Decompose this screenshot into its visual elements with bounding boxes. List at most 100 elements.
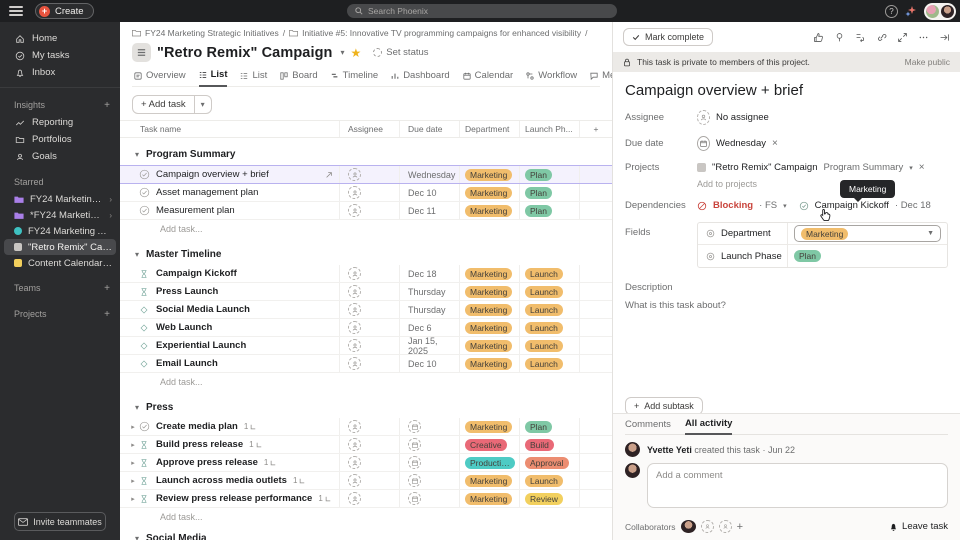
phase-tag[interactable]: Plan — [794, 250, 821, 262]
milestone-icon[interactable] — [138, 476, 150, 486]
phase-tag[interactable]: Plan — [525, 421, 552, 433]
phase-tag[interactable]: Plan — [525, 205, 552, 217]
department-tag[interactable]: Marketing — [801, 228, 848, 240]
milestone-icon[interactable] — [138, 458, 150, 468]
account-switcher[interactable] — [924, 3, 956, 20]
col-launch-phase[interactable]: Launch Ph... — [520, 121, 580, 137]
department-tag[interactable]: Marketing — [465, 187, 512, 199]
starred-item[interactable]: *FY24 Marketing An... › — [4, 207, 116, 223]
phase-tag[interactable]: Plan — [525, 187, 552, 199]
comment-input[interactable]: Add a comment — [647, 463, 948, 508]
due-date[interactable]: Thursday — [408, 305, 446, 315]
department-tag[interactable]: Creative — [465, 439, 507, 451]
tab-calendar[interactable]: Calendar — [463, 70, 514, 86]
table-row[interactable]: ▸ Create media plan 1 Marketing Plan — [120, 418, 612, 436]
sidebar-item-portfolios[interactable]: Portfolios — [0, 131, 120, 148]
assignee-avatar-empty[interactable] — [348, 204, 361, 217]
project-field[interactable]: "Retro Remix" Campaign Program Summary ▾… — [697, 162, 948, 173]
breadcrumb-link[interactable]: FY24 Marketing Strategic Initiatives — [145, 28, 279, 38]
starred-item[interactable]: FY24 Marketing Annual ... — [4, 223, 116, 239]
expand-caret-icon[interactable]: ▸ — [128, 459, 138, 467]
description-input[interactable]: What is this task about? — [625, 300, 948, 311]
chevron-down-icon[interactable]: ▾ — [909, 164, 913, 172]
tab-overview[interactable]: Overview — [134, 70, 186, 86]
tab-dashboard[interactable]: Dashboard — [391, 70, 449, 86]
due-date-empty-icon[interactable] — [408, 456, 421, 469]
assignee-avatar-empty[interactable] — [348, 456, 361, 469]
phase-tag[interactable]: Launch — [525, 340, 563, 352]
department-tag[interactable]: Marketing — [465, 205, 512, 217]
tab-board[interactable]: Board — [280, 70, 317, 86]
assignee-avatar-empty[interactable] — [348, 339, 361, 352]
add-to-projects-button[interactable]: Add to projects — [697, 179, 948, 189]
add-subtask-button[interactable]: + Add subtask — [625, 397, 703, 413]
due-date[interactable]: Thursday — [408, 287, 446, 297]
col-task-name[interactable]: Task name — [120, 121, 340, 137]
check-circle-icon[interactable] — [138, 187, 150, 198]
attachment-icon[interactable] — [834, 32, 845, 43]
add-project-icon[interactable]: + — [104, 309, 110, 320]
assignee-avatar-empty[interactable] — [348, 267, 361, 280]
phase-tag[interactable]: Launch — [525, 286, 563, 298]
sparkle-ai-icon[interactable] — [905, 5, 917, 17]
section-header-partial[interactable]: ▾ Social Media — [120, 531, 612, 540]
search-input[interactable]: Search Phoenix — [347, 4, 617, 18]
sidebar-item-reporting[interactable]: Reporting — [0, 114, 120, 131]
table-row[interactable]: ▸ Review press release performance 1 Mar… — [120, 490, 612, 508]
clear-due-date-icon[interactable]: × — [772, 138, 778, 149]
collaborator-avatar[interactable] — [681, 520, 696, 533]
assignee-avatar-empty[interactable] — [348, 168, 361, 181]
collaborator-avatar-empty[interactable] — [719, 520, 732, 533]
expand-caret-icon[interactable]: ▸ — [128, 441, 138, 449]
sidebar-item-home[interactable]: Home — [0, 30, 120, 47]
milestone-diamond-icon[interactable] — [138, 359, 150, 369]
assignee-avatar-empty[interactable] — [348, 357, 361, 370]
assignee-avatar-empty[interactable] — [348, 186, 361, 199]
starred-item[interactable]: Content Calendar AoT — [4, 255, 116, 271]
table-row[interactable]: Web Launch Dec 6 Marketing Launch — [120, 319, 612, 337]
table-row[interactable]: Social Media Launch Thursday Marketing L… — [120, 301, 612, 319]
table-row[interactable]: ▸ Approve press release 1 Production App… — [120, 454, 612, 472]
tab-comments[interactable]: Comments — [625, 419, 671, 434]
table-row[interactable]: Experiential Launch Jan 15, 2025 Marketi… — [120, 337, 612, 355]
due-date[interactable]: Dec 10 — [408, 359, 437, 369]
milestone-icon[interactable] — [138, 494, 150, 504]
phase-tag[interactable]: Approval — [525, 457, 569, 469]
tab-list[interactable]: List — [199, 69, 228, 87]
add-task-inline[interactable]: Add task... — [120, 373, 612, 391]
table-row[interactable]: ▸ Build press release 1 Creative Build — [120, 436, 612, 454]
due-date-empty-icon[interactable] — [408, 438, 421, 451]
link-icon[interactable] — [876, 32, 887, 43]
check-circle-icon[interactable] — [138, 205, 150, 216]
department-tag[interactable]: Marketing — [465, 340, 512, 352]
due-date[interactable]: Dec 18 — [408, 269, 437, 279]
tab-list-2[interactable]: List — [240, 70, 267, 86]
add-task-dropdown-icon[interactable]: ▾ — [195, 96, 211, 113]
milestone-diamond-icon[interactable] — [138, 305, 150, 315]
set-status-button[interactable]: Set status — [373, 47, 428, 58]
due-date-empty-icon[interactable] — [408, 492, 421, 505]
expand-caret-icon[interactable]: ▸ — [128, 495, 138, 503]
table-row[interactable]: ▸ Launch across media outlets 1 Marketin… — [120, 472, 612, 490]
mark-complete-button[interactable]: Mark complete — [623, 28, 713, 46]
assignee-avatar-empty[interactable] — [348, 492, 361, 505]
activity-user[interactable]: Yvette Yeti — [647, 445, 692, 455]
due-date[interactable]: Dec 10 — [408, 188, 437, 198]
assignee-field[interactable]: No assignee — [697, 110, 948, 125]
section-header-master-timeline[interactable]: ▾ Master Timeline — [120, 243, 612, 265]
milestone-icon[interactable] — [138, 440, 150, 450]
breadcrumb-link[interactable]: Initiative #5: Innovative TV programming… — [302, 28, 581, 38]
add-column-icon[interactable]: + — [580, 121, 612, 137]
department-tag[interactable]: Marketing — [465, 286, 512, 298]
phase-tag[interactable]: Launch — [525, 304, 563, 316]
leave-task-button[interactable]: Leave task — [889, 521, 948, 532]
due-date[interactable]: Jan 15, 2025 — [408, 337, 459, 354]
section-header-program-summary[interactable]: ▾ Program Summary — [120, 143, 612, 165]
due-date[interactable]: Wednesday — [408, 170, 455, 180]
tab-workflow[interactable]: Workflow — [526, 70, 577, 86]
col-assignee[interactable]: Assignee — [340, 121, 400, 137]
add-task-inline[interactable]: Add task... — [120, 508, 612, 526]
assignee-avatar-empty[interactable] — [348, 420, 361, 433]
col-due-date[interactable]: Due date — [400, 121, 460, 137]
phase-tag[interactable]: Build — [525, 439, 554, 451]
